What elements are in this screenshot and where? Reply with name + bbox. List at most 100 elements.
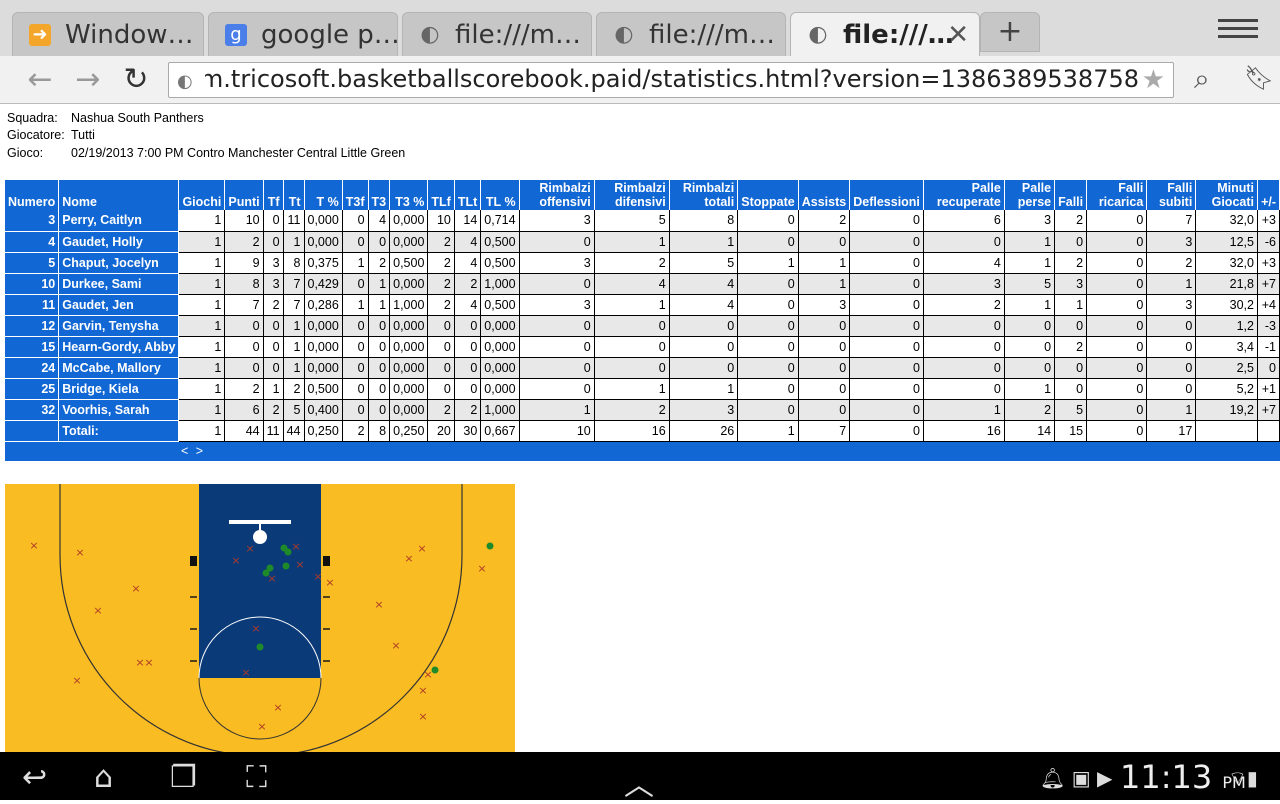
- table-cell: 0: [368, 357, 391, 379]
- recent-apps-icon[interactable]: ❐: [170, 760, 197, 795]
- pager-arrows[interactable]: < >: [5, 441, 1280, 461]
- column-header: Giochi: [178, 180, 226, 210]
- table-row[interactable]: 32 Voorhis, Sarah 1 6 2 5 0,400 0 0 0,000 2 2 1,000 1…: [5, 399, 1280, 421]
- missed-shot-marker: ×: [417, 542, 426, 555]
- table-header-row: Numero Nome Giochi Punti Tf Tt T % T3f T3 T3 % TLf…: [5, 180, 1280, 210]
- forward-icon[interactable]: →: [68, 60, 108, 100]
- table-cell: 0,000: [389, 231, 429, 253]
- new-tab-button[interactable]: +: [980, 12, 1040, 52]
- table-cell: 3: [1146, 294, 1197, 316]
- table-cell: 0: [368, 336, 391, 358]
- table-cell: 3: [923, 273, 1005, 295]
- globe-icon: ◐: [614, 22, 634, 47]
- table-cell: 2,5: [1195, 357, 1258, 379]
- table-cell: 0: [224, 357, 264, 379]
- table-cell: 0: [1004, 315, 1056, 337]
- totals-cell: 2: [342, 420, 369, 442]
- home-nav-icon[interactable]: ⌂: [94, 760, 113, 795]
- table-cell: 0: [594, 357, 670, 379]
- notification-icons[interactable]: 🔔︎ ▣ ▶: [1040, 766, 1112, 790]
- shot-chart: ××××× ×××××× ××× ××××××××××××: [5, 484, 515, 752]
- player-name: Bridge, Kiela: [58, 378, 180, 400]
- table-cell: 1: [1146, 399, 1197, 421]
- tab-google[interactable]: g google p…: [208, 12, 398, 56]
- table-cell: 0: [427, 378, 455, 400]
- table-cell: 0: [342, 210, 369, 232]
- column-header: Rimbalzi difensivi: [594, 180, 670, 210]
- tab-file-active[interactable]: ◐ file:///… ✕: [790, 12, 980, 56]
- search-icon[interactable]: ⌕: [1194, 62, 1210, 96]
- totals-cell: 14: [1004, 420, 1056, 442]
- table-cell: 1: [594, 231, 670, 253]
- table-cell: 0: [849, 210, 924, 232]
- table-cell: 0,000: [389, 378, 429, 400]
- url-text[interactable]: file:///mnt/sdcard/Android/data/com.tric…: [205, 65, 1139, 93]
- tab-file-1[interactable]: ◐ file:///m…: [402, 12, 592, 56]
- table-row[interactable]: 25 Bridge, Kiela 1 2 1 2 0,500 0 0 0,000 0 0 0,000 0 1…: [5, 378, 1280, 400]
- totals-cell: 44: [283, 420, 305, 442]
- back-icon[interactable]: ←: [20, 60, 60, 100]
- table-cell: 1: [737, 252, 799, 274]
- reload-icon[interactable]: ↻: [116, 60, 156, 100]
- window-icon: ➜: [29, 23, 51, 46]
- column-header: TL %: [480, 180, 520, 210]
- table-row[interactable]: 15 Hearn-Gordy, Abby 1 0 0 1 0,000 0 0 0,000 0 0 0,0…: [5, 336, 1280, 358]
- column-header: T %: [304, 180, 343, 210]
- table-cell: 5: [1004, 273, 1056, 295]
- bookmark-star-icon[interactable]: ★: [1142, 65, 1165, 95]
- totals-cell: Totali:: [58, 420, 180, 442]
- tab-file-2[interactable]: ◐ file:///m…: [596, 12, 786, 56]
- table-cell: -6: [1257, 231, 1280, 253]
- table-cell: 0: [342, 231, 369, 253]
- column-header: Nome: [58, 180, 180, 210]
- totals-cell: 7: [798, 420, 851, 442]
- table-cell: 9: [224, 252, 264, 274]
- missed-shot-marker: ×: [313, 570, 322, 583]
- table-cell: 0: [454, 378, 482, 400]
- made-shot-marker: [282, 562, 290, 570]
- bookmarks-icon[interactable]: 🔖︎: [1244, 64, 1274, 92]
- missed-shot-marker: ×: [423, 668, 432, 681]
- expand-up-icon[interactable]: ︿: [624, 760, 654, 804]
- totals-cell: 30: [454, 420, 482, 442]
- table-cell: 1,000: [480, 273, 520, 295]
- table-cell: 8: [224, 273, 264, 295]
- table-cell: 1: [923, 399, 1005, 421]
- table-cell: 0: [669, 336, 739, 358]
- table-cell: 0: [368, 231, 391, 253]
- table-row[interactable]: 5 Chaput, Jocelyn 1 9 3 8 0,375 1 2 0,500 2 4 0,500 3…: [5, 252, 1280, 274]
- table-cell: 1: [368, 294, 391, 316]
- table-row[interactable]: 11 Gaudet, Jen 1 7 2 7 0,286 1 1 1,000 2 4 0,500 3 1 4 0…: [5, 294, 1280, 316]
- table-cell: 0: [1257, 357, 1280, 379]
- table-cell: 0,000: [389, 357, 429, 379]
- totals-cell: 1: [737, 420, 799, 442]
- table-cell: 0,429: [304, 273, 343, 295]
- table-cell: 3: [263, 273, 284, 295]
- table-cell: 0: [923, 378, 1005, 400]
- table-cell: 0: [1086, 315, 1148, 337]
- table-cell: 4: [454, 294, 482, 316]
- table-row[interactable]: 3 Perry, Caitlyn 1 10 0 11 0,000 0 4 0,000 10 14 0,7…: [5, 210, 1280, 232]
- missed-shot-marker: ×: [273, 701, 282, 714]
- column-header: Falli: [1054, 180, 1088, 210]
- table-cell: 0: [798, 378, 851, 400]
- table-cell: 0: [342, 273, 369, 295]
- tab-windows[interactable]: ➜ Window…: [12, 12, 204, 56]
- table-cell: 0: [923, 231, 1005, 253]
- table-cell: 24: [5, 357, 60, 379]
- table-cell: 11: [5, 294, 60, 316]
- table-cell: 4: [923, 252, 1005, 274]
- close-tab-icon[interactable]: ✕: [947, 20, 969, 50]
- table-row[interactable]: 10 Durkee, Sami 1 8 3 7 0,429 0 1 0,000 2 2 1,000 0 4 4…: [5, 273, 1280, 295]
- screenshot-icon[interactable]: ⛶: [246, 760, 267, 795]
- menu-icon[interactable]: [1218, 14, 1258, 44]
- address-bar[interactable]: ◐ file:///mnt/sdcard/Android/data/com.tr…: [168, 62, 1174, 98]
- table-row[interactable]: 4 Gaudet, Holly 1 2 0 1 0,000 0 0 0,000 2 4 0,500 0 1 1…: [5, 231, 1280, 253]
- made-shot-marker: [262, 569, 270, 577]
- table-row[interactable]: 12 Garvin, Tenysha 1 0 0 1 0,000 0 0 0,000 0 0 0,000…: [5, 315, 1280, 337]
- table-row[interactable]: 24 McCabe, Mallory 1 0 0 1 0,000 0 0 0,000 0 0 0,000…: [5, 357, 1280, 379]
- table-cell: 1: [594, 294, 670, 316]
- back-nav-icon[interactable]: ↩: [22, 760, 47, 795]
- table-cell: 0: [368, 378, 391, 400]
- missed-shot-marker: ×: [374, 598, 383, 611]
